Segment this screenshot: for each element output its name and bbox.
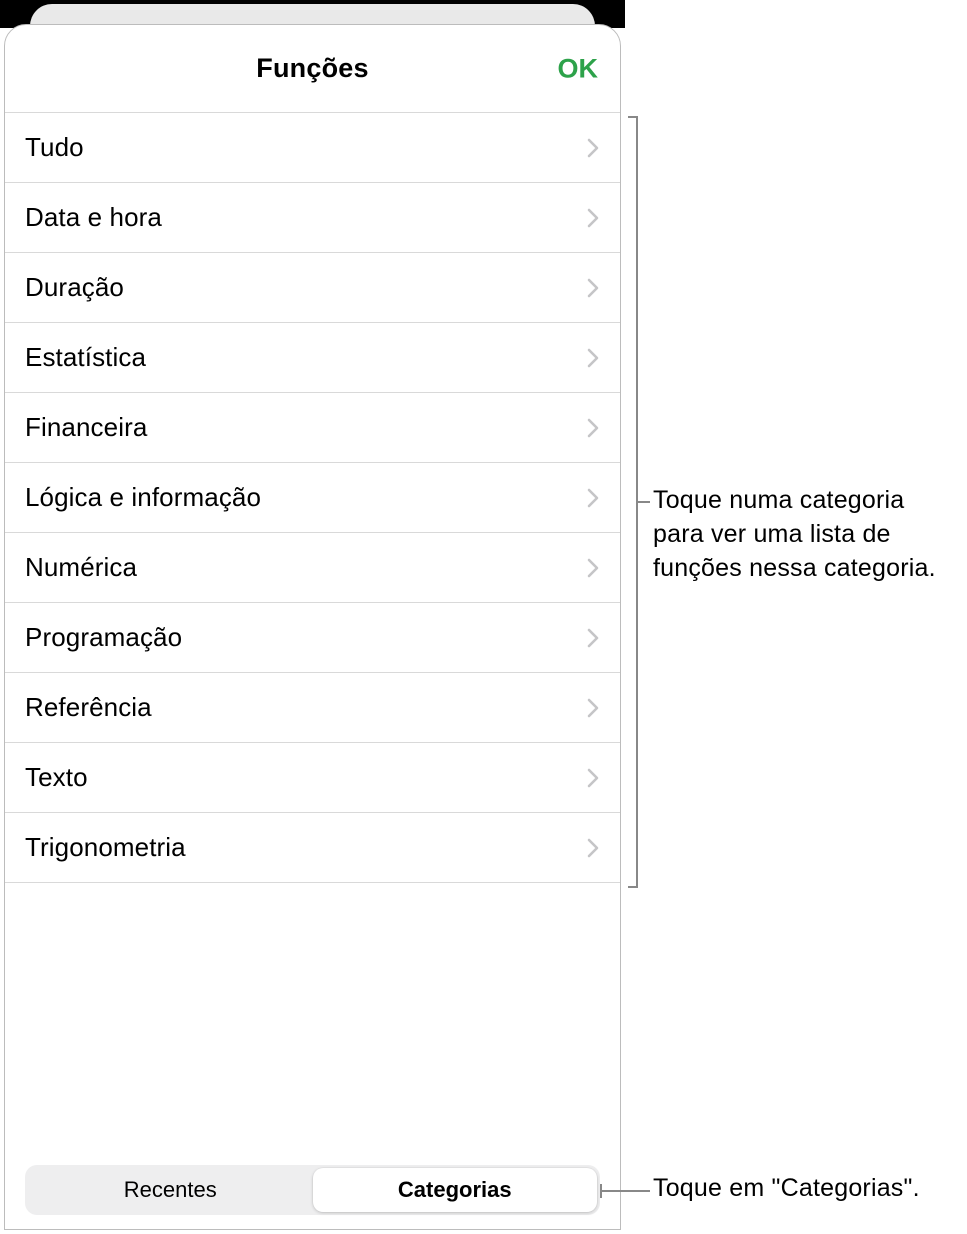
category-label: Referência (25, 692, 152, 723)
category-row-date-time[interactable]: Data e hora (5, 183, 620, 253)
callout-list-text: Toque numa categoria para ver uma lista … (653, 483, 953, 585)
category-row-duration[interactable]: Duração (5, 253, 620, 323)
category-row-financial[interactable]: Financeira (5, 393, 620, 463)
chevron-right-icon (584, 414, 602, 442)
chevron-right-icon (584, 694, 602, 722)
category-label: Numérica (25, 552, 137, 583)
category-row-statistics[interactable]: Estatística (5, 323, 620, 393)
chevron-right-icon (584, 484, 602, 512)
chevron-right-icon (584, 344, 602, 372)
segmented-control: Recentes Categorias (25, 1165, 600, 1215)
category-label: Estatística (25, 342, 146, 373)
category-label: Programação (25, 622, 182, 653)
chevron-right-icon (584, 624, 602, 652)
sheet-header: Funções OK (5, 25, 620, 113)
ok-button[interactable]: OK (558, 53, 599, 84)
category-row-programming[interactable]: Programação (5, 603, 620, 673)
segment-recent[interactable]: Recentes (28, 1168, 313, 1212)
segment-categories[interactable]: Categorias (313, 1168, 598, 1212)
category-row-all[interactable]: Tudo (5, 113, 620, 183)
category-label: Duração (25, 272, 124, 303)
chevron-right-icon (584, 554, 602, 582)
category-label: Trigonometria (25, 832, 186, 863)
chevron-right-icon (584, 834, 602, 862)
category-label: Financeira (25, 412, 147, 443)
category-row-logic-info[interactable]: Lógica e informação (5, 463, 620, 533)
category-label: Data e hora (25, 202, 162, 233)
callout-leader-icon (602, 1190, 650, 1192)
callout-segment-text: Toque em "Categorias". (653, 1171, 963, 1205)
chevron-right-icon (584, 274, 602, 302)
category-row-trigonometry[interactable]: Trigonometria (5, 813, 620, 883)
category-label: Lógica e informação (25, 482, 261, 513)
sheet-title: Funções (256, 53, 368, 84)
category-row-text[interactable]: Texto (5, 743, 620, 813)
category-row-reference[interactable]: Referência (5, 673, 620, 743)
category-list: Tudo Data e hora Duração Estatística (5, 113, 620, 883)
chevron-right-icon (584, 134, 602, 162)
category-label: Texto (25, 762, 88, 793)
functions-sheet: Funções OK Tudo Data e hora Duração (4, 24, 621, 1230)
chevron-right-icon (584, 764, 602, 792)
chevron-right-icon (584, 204, 602, 232)
category-row-numeric[interactable]: Numérica (5, 533, 620, 603)
category-label: Tudo (25, 132, 84, 163)
callout-leader-icon (638, 501, 650, 503)
callout-bracket-icon (628, 116, 638, 888)
